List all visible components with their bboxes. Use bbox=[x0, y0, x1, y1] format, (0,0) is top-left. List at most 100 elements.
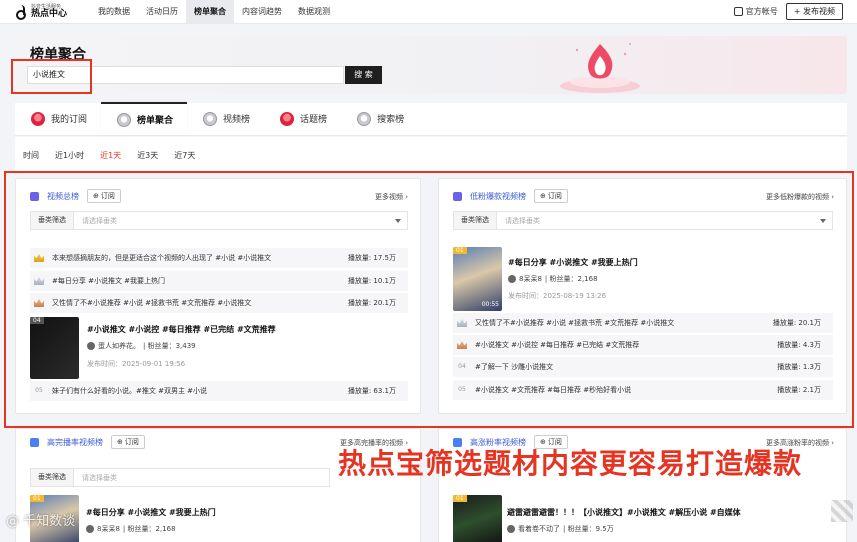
nav-data-observe[interactable]: 数据观测 bbox=[290, 0, 338, 24]
time-filter-1d[interactable]: 近1天 bbox=[100, 150, 121, 161]
list-item[interactable]: 又性情了不#小说推荐 #小说 #拯救书荒 #文荒推荐 #小说推文 播放量: 20… bbox=[30, 293, 408, 313]
author-name[interactable]: 8呆呆8 bbox=[519, 274, 542, 284]
time-filter-3d[interactable]: 近3天 bbox=[137, 150, 158, 161]
tab-topic-rank[interactable]: 话题榜 bbox=[264, 102, 341, 135]
more-videos-link[interactable]: 更多低粉爆款的视频 › bbox=[766, 192, 834, 202]
video-title[interactable]: #每日分享 #小说推文 #我要上热门 bbox=[508, 257, 638, 268]
category-filter[interactable]: 垂类筛选 请选择垂类 bbox=[30, 211, 408, 230]
rank-badge: 01 bbox=[453, 495, 467, 502]
search-rank-icon bbox=[357, 111, 372, 126]
more-videos-link[interactable]: 更多视频 › bbox=[375, 192, 408, 202]
rank-number: 05 bbox=[458, 386, 466, 393]
main-nav: 我的数据 活动日历 榜单聚合 内容词趋势 数据观测 bbox=[90, 0, 338, 24]
featured-video[interactable]: 01 00:55 #每日分享 #小说推文 #我要上热门 8呆呆8 | 粉丝量：2… bbox=[453, 245, 833, 313]
avatar bbox=[508, 275, 516, 283]
subscribe-button[interactable]: ⊕ 订阅 bbox=[111, 435, 145, 449]
list-item[interactable]: #每日分享 #小说推文 #我要上热门 播放量: 10.1万 bbox=[30, 271, 408, 291]
tab-my-subscriptions[interactable]: 我的订阅 bbox=[15, 102, 101, 135]
fans-count: | 粉丝量：3,439 bbox=[143, 342, 196, 350]
author-name[interactable]: 看着卷不动了 bbox=[518, 524, 560, 534]
logo-title: 热点中心 bbox=[31, 8, 68, 19]
panel-title[interactable]: 低粉爆款视频榜 bbox=[470, 191, 526, 202]
banner: 榜单聚合 小说推文 搜 索 bbox=[15, 36, 847, 94]
subscribe-button[interactable]: ⊕ 订阅 bbox=[87, 189, 121, 203]
featured-video[interactable]: 04 #小说推文 #小说控 #每日推荐 #已完结 #文荒推荐 蛋人如养花。 | … bbox=[30, 315, 408, 381]
subscribe-button[interactable]: ⊕ 订阅 bbox=[534, 189, 568, 203]
panel-low-fans-hits: 低粉爆款视频榜 ⊕ 订阅 更多低粉爆款的视频 › 垂类筛选 请选择垂类 01 0… bbox=[438, 178, 847, 414]
category-select[interactable]: 请选择垂类 bbox=[74, 473, 329, 483]
list-item[interactable]: 05 妹子们有什么好看的小说。#推文 #双男主 #小说 播放量: 63.1万 bbox=[30, 381, 408, 401]
nav-rank-aggregate[interactable]: 榜单聚合 bbox=[186, 0, 234, 24]
category-select[interactable]: 请选择垂类 bbox=[74, 216, 395, 226]
author-name[interactable]: 8呆呆8 bbox=[97, 524, 120, 534]
nav-activity-calendar[interactable]: 活动日历 bbox=[138, 0, 186, 24]
official-account-link[interactable]: 官方帐号 bbox=[733, 6, 778, 17]
video-icon bbox=[203, 111, 218, 126]
tab-rank-aggregate[interactable]: 榜单聚合 bbox=[101, 102, 188, 135]
time-filter-7d[interactable]: 近7天 bbox=[174, 150, 195, 161]
chevron-down-icon bbox=[395, 218, 401, 223]
rank-badge: 01 bbox=[30, 495, 44, 502]
avatar bbox=[507, 525, 515, 533]
bronze-crown-icon bbox=[34, 299, 44, 307]
fans-count: | 粉丝量：9.5万 bbox=[563, 525, 614, 533]
list-item[interactable]: 又性情了不#小说推荐 #小说 #拯救书荒 #文荒推荐 #小说推文 播放量: 20… bbox=[453, 313, 833, 333]
watermark: @ 千知数谈 bbox=[6, 514, 76, 529]
fans-count: | 粉丝量：2,168 bbox=[544, 275, 598, 283]
rank-badge: 04 bbox=[30, 317, 44, 324]
rank-number: 04 bbox=[458, 363, 466, 370]
panel-title[interactable]: 视频总榜 bbox=[47, 191, 79, 202]
tab-search-rank[interactable]: 搜索榜 bbox=[341, 102, 418, 135]
corner-decoration bbox=[831, 500, 853, 522]
topic-icon bbox=[280, 111, 295, 126]
time-filter-bar: 时间 近1小时 近1天 近3天 近7天 bbox=[15, 137, 847, 173]
publish-video-button[interactable]: + 发布视频 bbox=[785, 3, 843, 20]
list-item[interactable]: 04 #了解一下 沙雕小说推文 播放量: 1.3万 bbox=[453, 357, 833, 377]
publish-date: 发布时间：2025-09-01 19:56 bbox=[87, 360, 186, 368]
subscription-icon bbox=[31, 111, 45, 126]
rank-panel-icon bbox=[453, 191, 462, 201]
list-item[interactable]: 05 #小说推文 #文荒推荐 #每日推荐 #秒殆好看小说 播放量: 2.1万 bbox=[453, 380, 833, 400]
fans-count: | 粉丝量：2,168 bbox=[122, 525, 176, 533]
logo[interactable]: 抖音生活服务 热点中心 bbox=[16, 4, 86, 20]
avatar bbox=[87, 342, 95, 350]
official-account-label: 官方帐号 bbox=[745, 7, 778, 16]
fire-trophy-illustration bbox=[560, 43, 640, 93]
video-thumbnail[interactable]: 01 00:55 bbox=[453, 247, 502, 311]
video-title[interactable]: 避雷避雷避雷！！！【小说推文】#小说推文 #解压小说 #自媒体 bbox=[507, 507, 741, 518]
list-item[interactable]: 本来想感摘朋友的，但是更适合这个视频的人出现了 #小说 #小说推文 播放量: 1… bbox=[30, 248, 408, 268]
video-title[interactable]: #小说推文 #小说控 #每日推荐 #已完结 #文荒推荐 bbox=[87, 324, 276, 335]
silver-crown-icon bbox=[34, 277, 44, 285]
nav-content-trend[interactable]: 内容词趋势 bbox=[234, 0, 290, 24]
category-select[interactable]: 请选择垂类 bbox=[497, 216, 820, 226]
gold-crown-icon bbox=[34, 254, 44, 262]
silver-crown-icon bbox=[457, 319, 467, 327]
search-button[interactable]: 搜 索 bbox=[345, 66, 382, 84]
video-thumbnail[interactable]: 01 bbox=[453, 495, 502, 542]
nav-my-data[interactable]: 我的数据 bbox=[90, 0, 138, 24]
avatar bbox=[86, 525, 94, 533]
panel-title[interactable]: 高完播率视频榜 bbox=[47, 437, 103, 448]
filter-label: 垂类筛选 bbox=[31, 212, 74, 229]
chevron-down-icon bbox=[820, 218, 826, 223]
video-thumbnail[interactable]: 04 bbox=[30, 317, 79, 379]
rank-number: 05 bbox=[35, 387, 43, 394]
list-item[interactable]: #小说推文 #小说控 #每日推荐 #已完结 #文荒推荐 播放量: 4.3万 bbox=[453, 335, 833, 355]
category-filter[interactable]: 垂类筛选 请选择垂类 bbox=[453, 211, 833, 230]
publish-date: 发布时间：2025-08-19 13:26 bbox=[508, 292, 607, 300]
author-name[interactable]: 蛋人如养花。 bbox=[98, 341, 140, 351]
filter-label: 垂类筛选 bbox=[31, 469, 74, 486]
tab-video-rank[interactable]: 视频榜 bbox=[187, 102, 264, 135]
category-filter[interactable]: 垂类筛选 请选择垂类 bbox=[30, 468, 330, 487]
filter-label: 垂类筛选 bbox=[454, 212, 497, 229]
rank-badge: 01 bbox=[453, 247, 467, 254]
scan-icon bbox=[733, 7, 743, 16]
video-title[interactable]: #每日分享 #小说推文 #我要上热门 bbox=[86, 507, 216, 518]
tiktok-logo-icon bbox=[16, 5, 28, 20]
panel-video-total: 视频总榜 ⊕ 订阅 更多视频 › 垂类筛选 请选择垂类 本来想感摘朋友的，但是更… bbox=[15, 178, 421, 414]
bronze-crown-icon bbox=[457, 341, 467, 349]
time-filter-label: 时间 bbox=[23, 150, 39, 160]
time-filter-1h[interactable]: 近1小时 bbox=[55, 150, 84, 161]
top-bar: 抖音生活服务 热点中心 我的数据 活动日历 榜单聚合 内容词趋势 数据观测 官方… bbox=[0, 0, 857, 24]
aggregate-icon bbox=[117, 112, 132, 127]
